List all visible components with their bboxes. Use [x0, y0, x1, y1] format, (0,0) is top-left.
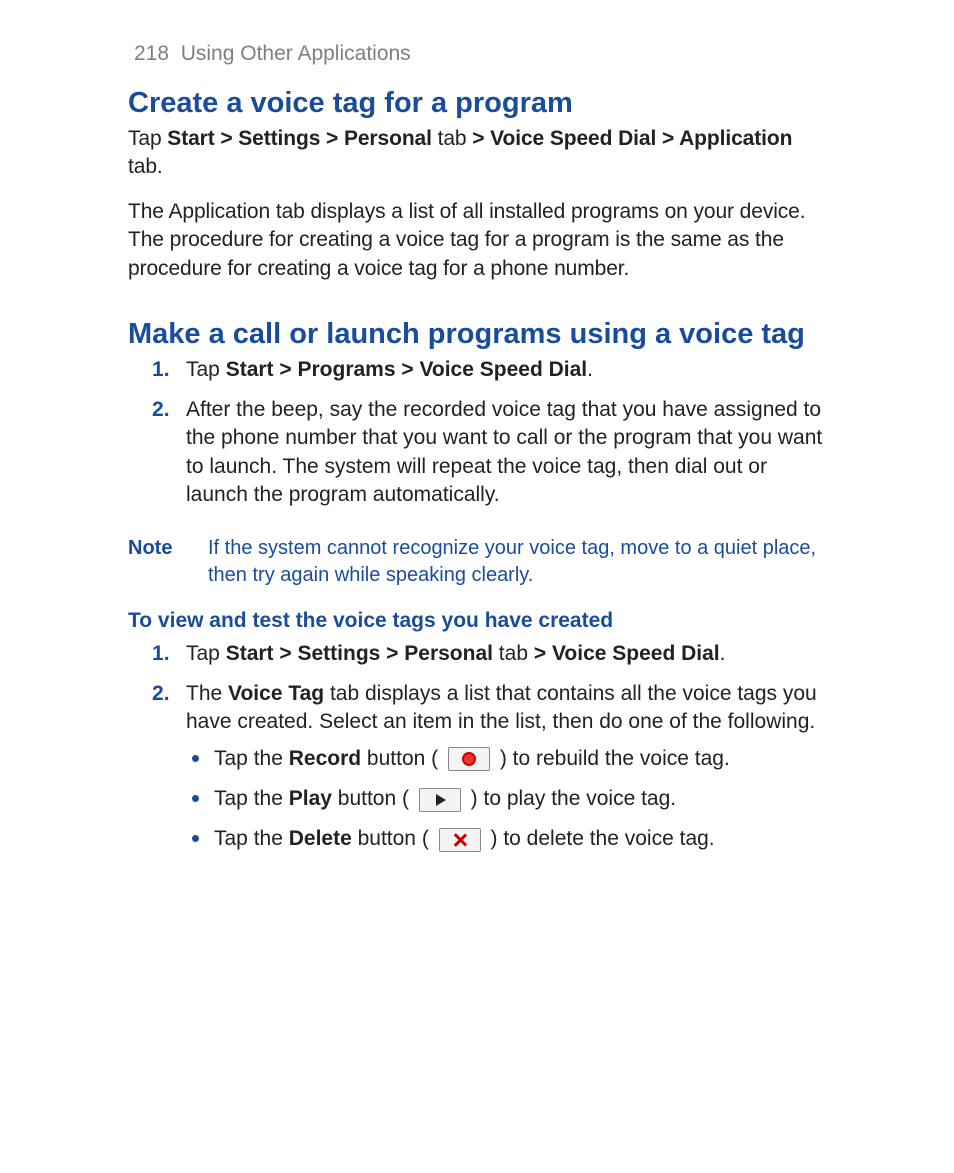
list-item: Tap the Record button ( ) to rebuild the…: [186, 745, 826, 773]
numbered-list: Tap Start > Settings > Personal tab > Vo…: [128, 640, 826, 854]
paragraph: The Application tab displays a list of a…: [128, 198, 826, 283]
note-label: Note: [128, 535, 180, 589]
page-number: 218: [134, 42, 169, 65]
section-heading-make-call: Make a call or launch programs using a v…: [128, 317, 826, 352]
delete-icon: [439, 828, 481, 852]
note-block: Note If the system cannot recognize your…: [128, 535, 826, 589]
list-item: Tap the Delete button ( ) to delete the …: [186, 825, 826, 853]
bullet-list: Tap the Record button ( ) to rebuild the…: [186, 745, 826, 854]
numbered-list: Tap Start > Programs > Voice Speed Dial.…: [128, 356, 826, 510]
list-item: Tap Start > Programs > Voice Speed Dial.: [128, 356, 826, 384]
list-item: Tap the Play button ( ) to play the voic…: [186, 785, 826, 813]
document-page: 218 Using Other Applications Create a vo…: [0, 0, 954, 906]
record-icon: [448, 747, 490, 771]
chapter-title: Using Other Applications: [181, 42, 411, 65]
list-item: After the beep, say the recorded voice t…: [128, 396, 826, 509]
list-item: Tap Start > Settings > Personal tab > Vo…: [128, 640, 826, 668]
list-item: The Voice Tag tab displays a list that c…: [128, 680, 826, 854]
instruction-line: Tap Start > Settings > Personal tab > Vo…: [128, 125, 826, 182]
note-text: If the system cannot recognize your voic…: [208, 535, 826, 589]
running-header: 218 Using Other Applications: [134, 40, 826, 68]
subheading-view-test: To view and test the voice tags you have…: [128, 607, 826, 635]
section-heading-create: Create a voice tag for a program: [128, 86, 826, 121]
play-icon: [419, 788, 461, 812]
